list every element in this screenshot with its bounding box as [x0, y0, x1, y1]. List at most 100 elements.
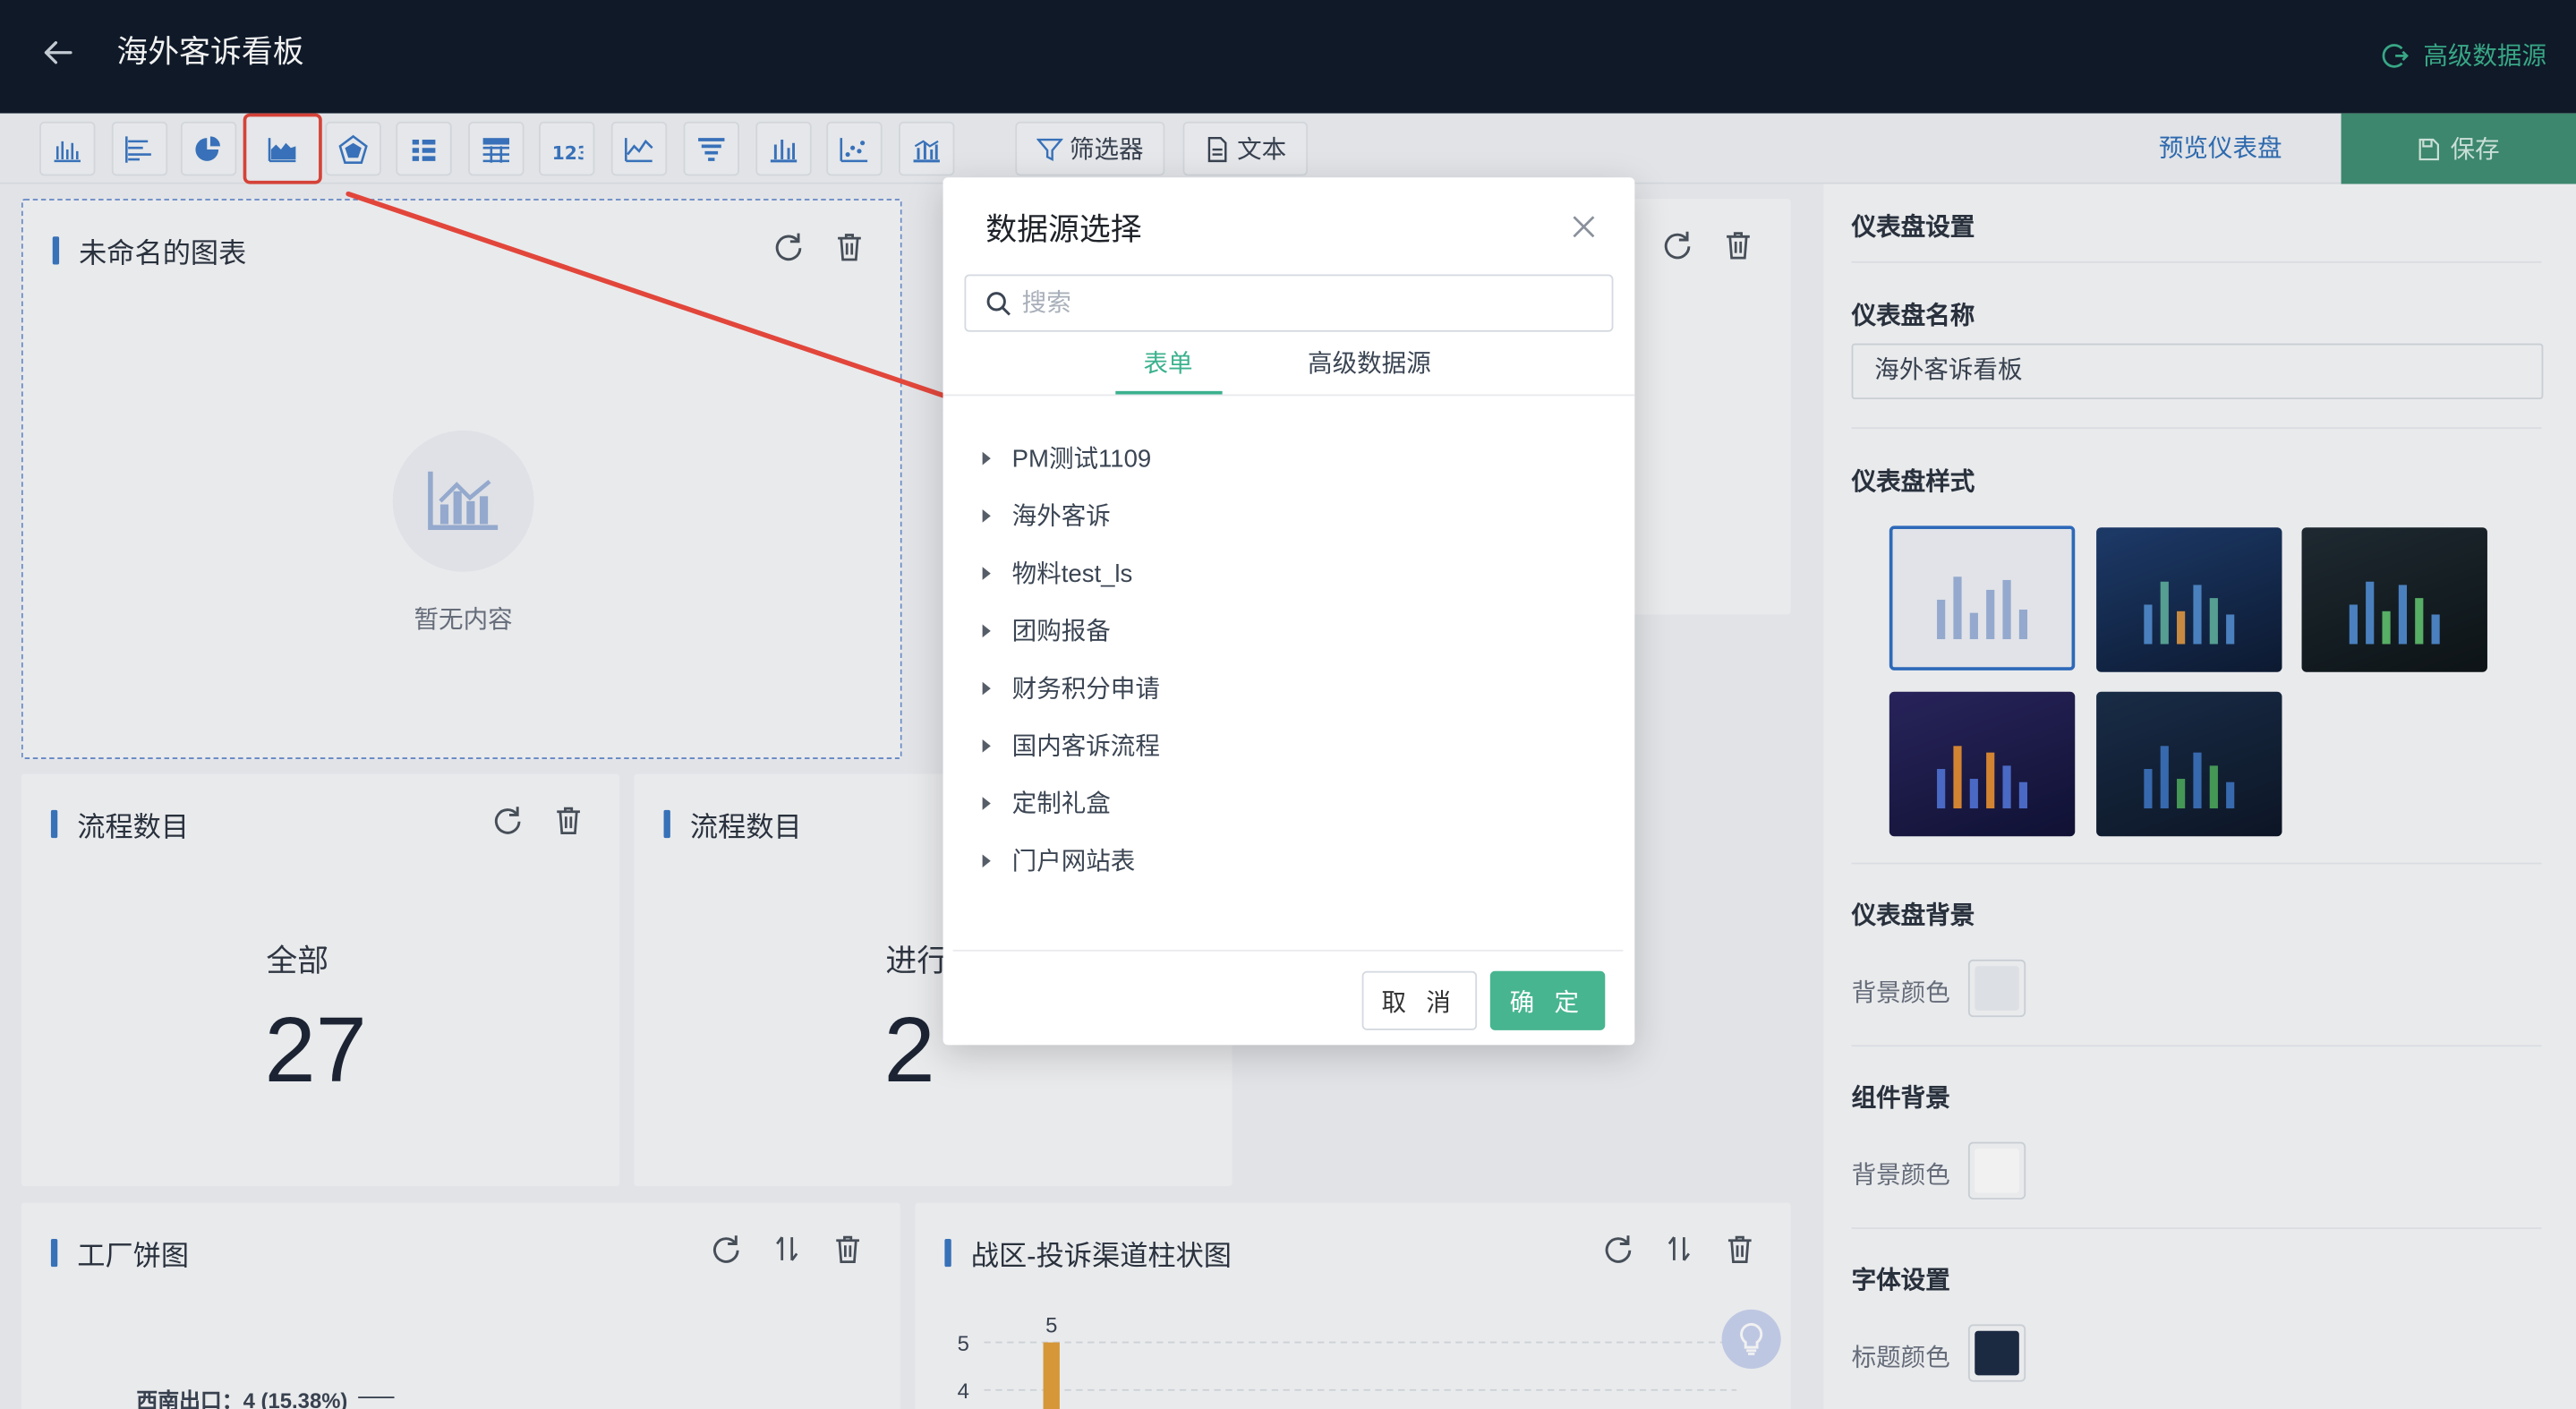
tree-item[interactable]: 定制礼盒 [982, 785, 1111, 820]
refresh-icon[interactable] [710, 1233, 743, 1266]
column-chart-icon[interactable] [755, 121, 812, 176]
sort-icon[interactable] [771, 1233, 804, 1266]
delete-icon[interactable] [552, 804, 585, 837]
tab-advanced-source[interactable]: 高级数据源 [1308, 346, 1431, 382]
refresh-icon[interactable] [772, 230, 806, 263]
horizontal-bar-icon[interactable] [111, 121, 168, 176]
caret-right-icon[interactable] [982, 680, 991, 695]
datasource-modal: 数据源选择 表单 高级数据源 PM测试1109 海外客诉物料test_ls 团购报备… [943, 177, 1635, 1046]
delete-icon[interactable] [832, 1233, 865, 1266]
title-color-label: 标题颜色 [1851, 1344, 1950, 1372]
document-icon [1207, 136, 1227, 162]
title-marker [663, 809, 670, 839]
settings-title: 仪表盘设置 [1851, 213, 1975, 242]
dashboard-bg-label: 仪表盘背景 [1851, 901, 1975, 930]
refresh-icon[interactable] [1661, 228, 1694, 261]
area-chart-icon[interactable] [243, 113, 322, 184]
caret-right-icon[interactable] [982, 566, 991, 580]
tree-item[interactable]: 海外客诉 [982, 498, 1111, 533]
title-color-fill [1975, 1330, 2019, 1376]
caret-right-icon[interactable] [982, 450, 991, 465]
search-box [964, 274, 1614, 332]
caret-right-icon[interactable] [982, 796, 991, 809]
theme-navy[interactable] [2096, 691, 2282, 837]
number-chart-icon[interactable]: 123 [539, 121, 595, 176]
dashboard-name-input[interactable]: 海外客诉看板 [1851, 343, 2544, 400]
text-button[interactable]: 文本 [1182, 121, 1309, 176]
component-bg-color-label: 背景颜色 [1851, 1161, 1950, 1190]
sort-icon[interactable] [1663, 1233, 1696, 1266]
line-chart-icon[interactable] [610, 121, 668, 176]
active-tab-indicator [1115, 390, 1223, 395]
component-bg-label: 组件背景 [1851, 1084, 1950, 1113]
app-root: 海外客诉看板 高级数据源 123 筛选器 文本 预览仪表盘 保存 [0, 0, 2576, 1409]
theme-purple[interactable] [1889, 691, 2076, 837]
caret-right-icon[interactable] [982, 739, 991, 752]
back-arrow-icon[interactable] [39, 35, 75, 71]
table-chart-icon[interactable] [468, 121, 525, 176]
search-input[interactable] [1021, 289, 1581, 318]
tree-item[interactable]: 团购报备 [982, 613, 1111, 648]
caret-right-icon[interactable] [982, 508, 991, 522]
list-chart-icon[interactable] [396, 121, 452, 176]
delete-icon[interactable] [1723, 1233, 1756, 1266]
bar[interactable] [1043, 1342, 1060, 1409]
text-label: 文本 [1237, 136, 1287, 165]
stat-card-total[interactable]: 流程数目 全部 27 [21, 773, 619, 1187]
caret-right-icon[interactable] [982, 853, 991, 867]
save-button[interactable]: 保存 [2341, 113, 2576, 184]
theme-light[interactable] [1889, 525, 2076, 670]
tab-forms[interactable]: 表单 [1144, 346, 1193, 382]
tree-item-label: 物料test_ls [1011, 559, 1133, 589]
caret-right-icon[interactable] [982, 623, 991, 637]
delete-icon[interactable] [1722, 228, 1755, 261]
refresh-icon[interactable] [491, 804, 525, 837]
empty-text: 暂无内容 [414, 606, 513, 635]
confirm-button[interactable]: 确 定 [1489, 970, 1606, 1030]
tree-item[interactable]: PM测试1109 [982, 440, 1151, 475]
combo-chart-icon[interactable] [899, 121, 955, 176]
filter-button[interactable]: 筛选器 [1015, 121, 1165, 176]
tree-item[interactable]: 财务积分申请 [982, 670, 1160, 705]
factory-pie-card[interactable]: 工厂饼图 西南出口：4 (15.38%) [21, 1202, 900, 1409]
font-settings-label: 字体设置 [1851, 1267, 1950, 1295]
help-bulb-icon[interactable] [1721, 1309, 1781, 1369]
tree-item-label: 财务积分申请 [1011, 675, 1160, 704]
save-icon [2419, 137, 2440, 160]
advanced-source-link[interactable]: 高级数据源 [2381, 38, 2546, 73]
tree-item-label: 国内客诉流程 [1011, 732, 1160, 761]
stat-label: 进行 [885, 944, 949, 979]
refresh-icon[interactable] [1602, 1233, 1635, 1266]
tree-item[interactable]: 国内客诉流程 [982, 728, 1160, 763]
scatter-chart-icon[interactable] [826, 121, 883, 176]
tree-item[interactable]: 物料test_ls [982, 555, 1133, 590]
save-label: 保存 [2450, 136, 2500, 165]
bar-chart-icon[interactable] [39, 121, 96, 176]
title-color-swatch[interactable] [1967, 1324, 2026, 1382]
close-icon[interactable] [1571, 214, 1597, 240]
channel-bar-card[interactable]: 战区-投诉渠道柱状图 4 5 5 [915, 1202, 1791, 1409]
unnamed-chart-card[interactable]: 未命名的图表 暂无内容 [21, 199, 902, 760]
cancel-button[interactable]: 取 消 [1361, 970, 1478, 1030]
title-marker [50, 1238, 58, 1268]
component-bg-color-swatch[interactable] [1967, 1141, 2026, 1200]
preview-dashboard-link[interactable]: 预览仪表盘 [2159, 132, 2282, 167]
dashboard-style-label: 仪表盘样式 [1851, 468, 1975, 497]
svg-text:123: 123 [552, 141, 584, 163]
tree-item-label: 团购报备 [1011, 618, 1111, 646]
title-marker [50, 809, 58, 839]
stat-label: 全部 [266, 944, 329, 979]
delete-icon[interactable] [833, 230, 866, 263]
tree-item-label: 定制礼盒 [1011, 790, 1111, 819]
component-bg-fill [1975, 1149, 2019, 1193]
theme-dark-green[interactable] [2301, 527, 2487, 672]
search-icon [986, 291, 1011, 315]
tree-item[interactable]: 门户网站表 [982, 843, 1135, 878]
radar-chart-icon[interactable] [325, 121, 381, 176]
bg-color-swatch[interactable] [1967, 959, 2026, 1018]
top-bar: 海外客诉看板 高级数据源 [0, 0, 2576, 114]
divider [1851, 427, 2542, 430]
funnel-chart-icon[interactable] [683, 121, 739, 176]
theme-dark-blue[interactable] [2096, 527, 2282, 672]
pie-chart-icon[interactable] [180, 121, 237, 176]
